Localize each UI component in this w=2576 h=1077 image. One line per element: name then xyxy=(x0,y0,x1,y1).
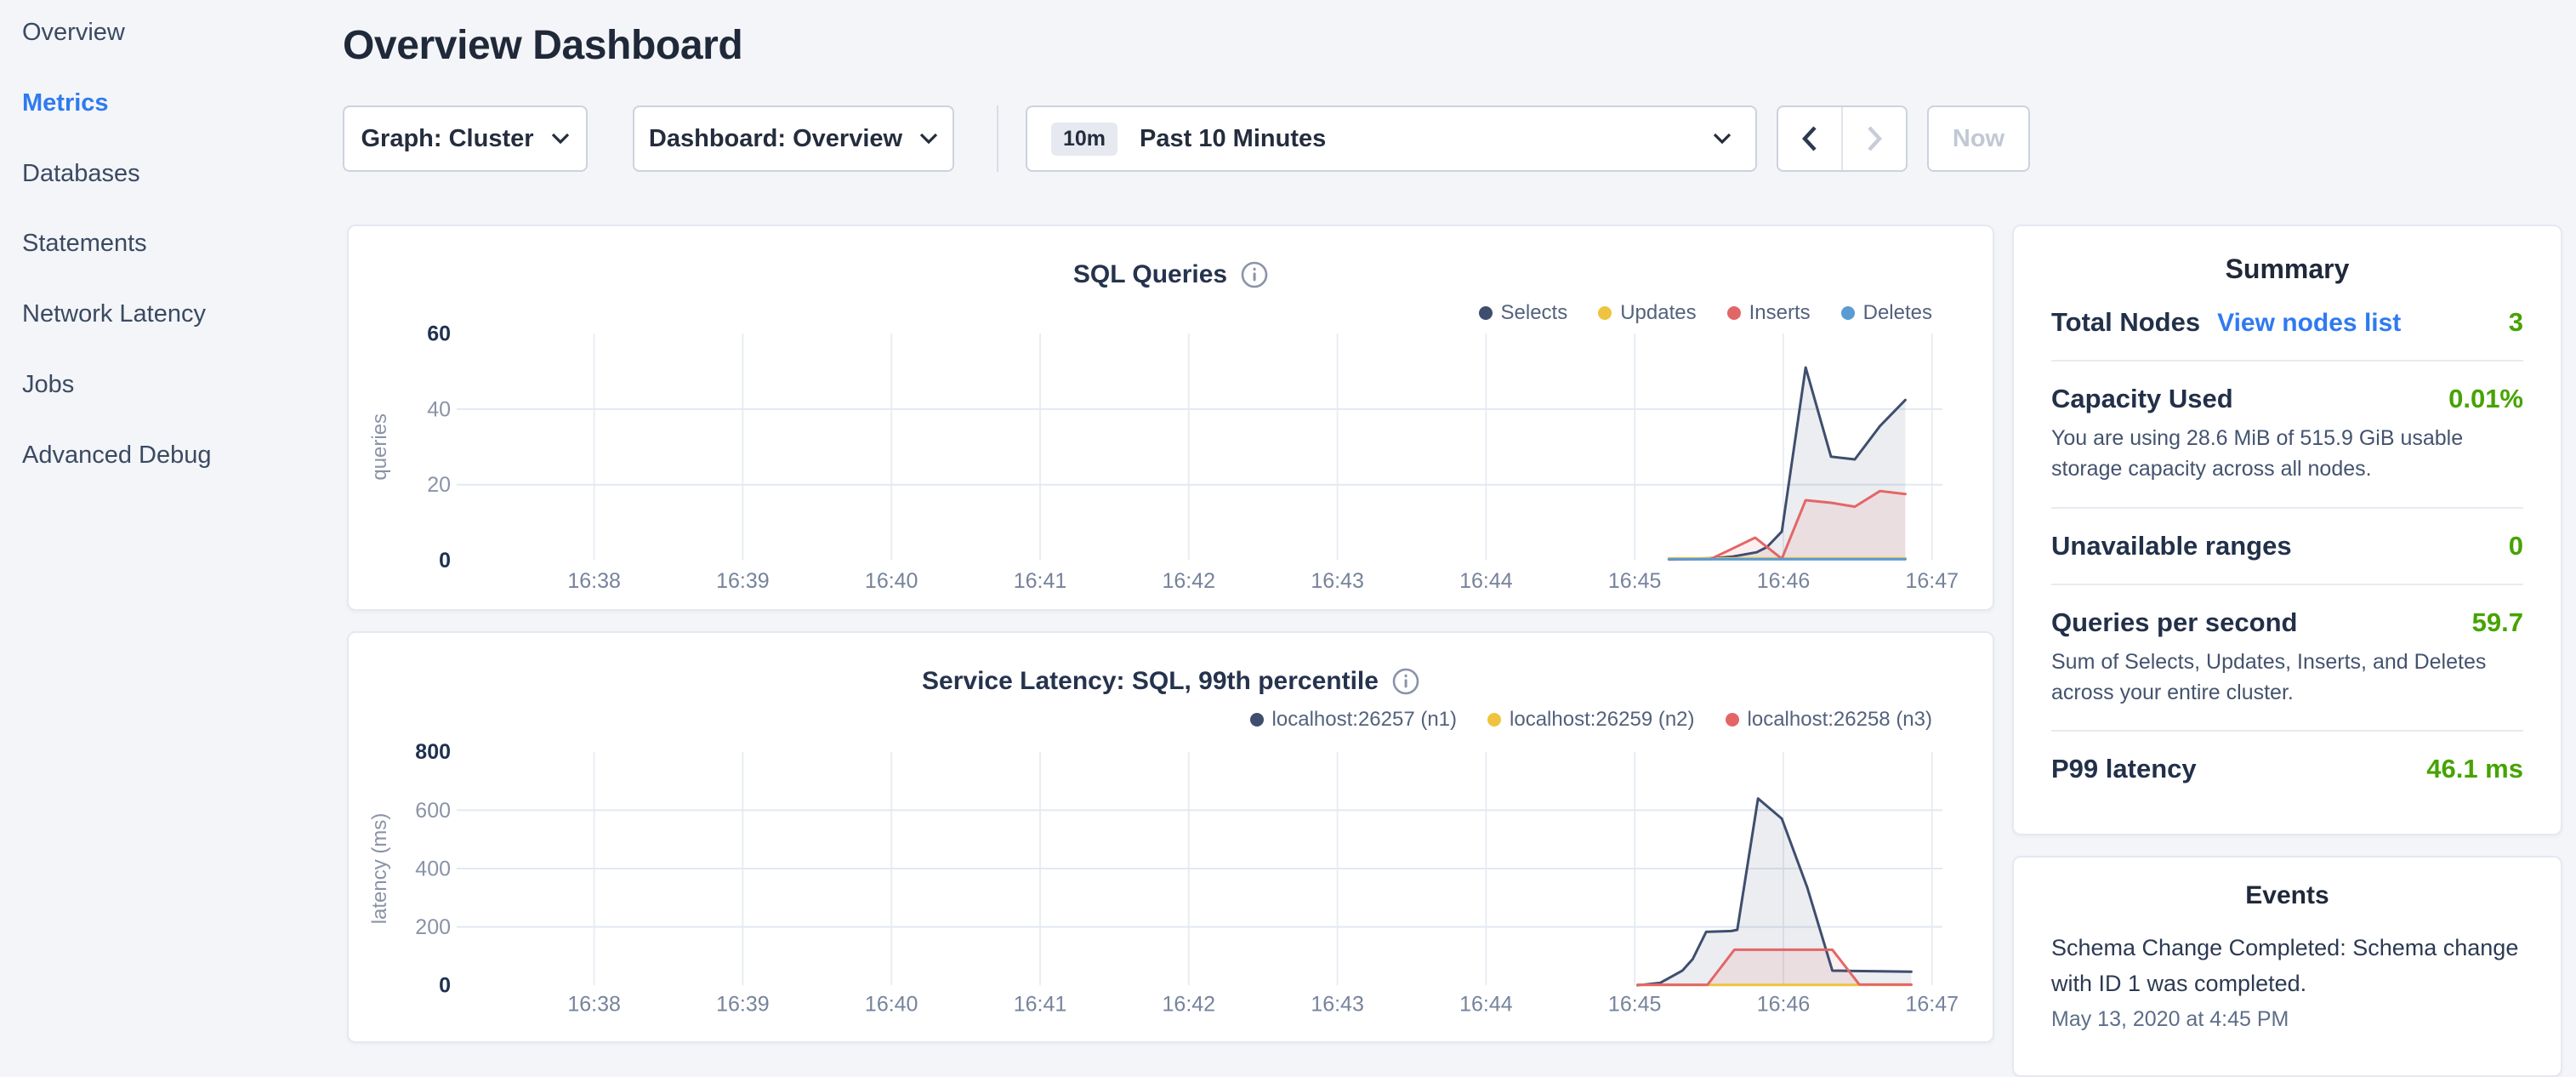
summary-row: Capacity Used 0.01% You are using 28.6 MiB… xyxy=(2051,362,2523,509)
svg-text:600: 600 xyxy=(415,799,451,823)
svg-text:0: 0 xyxy=(439,549,451,573)
events-panel: Events Schema Change Completed: Schema c… xyxy=(2012,856,2562,1077)
dashboard-dropdown-label: Dashboard: Overview xyxy=(649,125,902,153)
chevron-down-icon xyxy=(919,133,938,145)
chevron-down-icon xyxy=(551,133,570,145)
svg-text:16:46: 16:46 xyxy=(1757,569,1811,593)
summary-row-description: You are using 28.6 MiB of 515.9 GiB usab… xyxy=(2051,423,2523,485)
svg-text:16:47: 16:47 xyxy=(1906,569,1959,593)
svg-text:400: 400 xyxy=(415,858,451,881)
chevron-left-icon xyxy=(1802,126,1817,151)
overview-dashboard-page: Overview Metrics Databases Statements Networ… xyxy=(0,0,2576,1051)
svg-text:latency (ms): latency (ms) xyxy=(368,813,391,925)
svg-text:16:38: 16:38 xyxy=(567,993,621,1017)
svg-text:16:39: 16:39 xyxy=(716,569,770,593)
svg-text:queries: queries xyxy=(368,413,391,481)
event-item: Schema Change Completed: Schema change w… xyxy=(2014,910,2561,1032)
svg-text:16:39: 16:39 xyxy=(716,993,770,1017)
sidebar-item-metrics[interactable]: Metrics xyxy=(22,83,328,123)
svg-text:60: 60 xyxy=(427,322,451,345)
summary-panel: Summary Total Nodes View nodes list 3 Capac… xyxy=(2012,225,2562,835)
sidebar-item-jobs[interactable]: Jobs xyxy=(22,365,328,404)
time-range-badge: 10m xyxy=(1051,123,1117,156)
sidebar-nav: Overview Metrics Databases Statements Networ… xyxy=(22,13,328,506)
svg-text:16:38: 16:38 xyxy=(567,569,621,593)
summary-row-value: 46.1 ms xyxy=(2426,754,2523,784)
svg-text:0: 0 xyxy=(439,974,451,998)
summary-row-label: Total Nodes xyxy=(2051,307,2200,338)
svg-text:16:44: 16:44 xyxy=(1459,993,1513,1017)
svg-text:16:40: 16:40 xyxy=(865,993,918,1017)
summary-row-label: Unavailable ranges xyxy=(2051,531,2292,561)
toolbar-divider xyxy=(997,105,998,172)
time-step-back-button[interactable] xyxy=(1778,107,1841,170)
event-text: Schema Change Completed: Schema change w… xyxy=(2051,931,2523,1002)
summary-row-value: 59.7 xyxy=(2472,607,2523,638)
summary-row-value: 0 xyxy=(2509,531,2523,561)
svg-text:40: 40 xyxy=(427,397,451,421)
graph-dropdown-label: Graph: Cluster xyxy=(361,125,533,153)
svg-text:16:45: 16:45 xyxy=(1608,569,1662,593)
chevron-down-icon xyxy=(1713,133,1732,145)
svg-text:16:43: 16:43 xyxy=(1311,993,1364,1017)
svg-text:16:42: 16:42 xyxy=(1163,569,1216,593)
chevron-right-icon xyxy=(1867,126,1882,151)
sidebar-item-overview[interactable]: Overview xyxy=(22,13,328,52)
svg-text:16:41: 16:41 xyxy=(1014,569,1067,593)
svg-text:16:46: 16:46 xyxy=(1757,993,1811,1017)
sidebar-item-advanced-debug[interactable]: Advanced Debug xyxy=(22,436,328,475)
dashboard-dropdown[interactable]: Dashboard: Overview xyxy=(633,105,954,172)
summary-row: Total Nodes View nodes list 3 xyxy=(2051,285,2523,362)
svg-text:16:44: 16:44 xyxy=(1459,569,1513,593)
summary-row-description: Sum of Selects, Updates, Inserts, and De… xyxy=(2051,647,2523,709)
page-title: Overview Dashboard xyxy=(343,22,742,69)
summary-row: Unavailable ranges 0 xyxy=(2051,509,2523,585)
svg-text:200: 200 xyxy=(415,915,451,939)
summary-row-value: 0.01% xyxy=(2448,384,2523,414)
event-timestamp: May 13, 2020 at 4:45 PM xyxy=(2051,1007,2523,1032)
summary-title: Summary xyxy=(2014,254,2561,285)
time-step-buttons xyxy=(1777,105,1908,172)
chart-plot[interactable]: 800 600 400 200 0 16:38 16:39 16:40 16:41 16:42 16… xyxy=(349,633,1996,1045)
sql-queries-chart-card: SQL QueriesSelectsUpdatesInsertsDeletes6… xyxy=(347,225,1994,611)
events-title: Events xyxy=(2014,881,2561,910)
service-latency-chart-card: Service Latency: SQL, 99th percentileloc… xyxy=(347,631,1994,1043)
summary-row: Queries per second 59.7 Sum of Selects, Up… xyxy=(2051,585,2523,732)
sidebar-item-network-latency[interactable]: Network Latency xyxy=(22,294,328,333)
summary-row-label: Capacity Used xyxy=(2051,384,2233,414)
summary-row-value: 3 xyxy=(2509,307,2523,338)
summary-row: P99 latency 46.1 ms xyxy=(2051,732,2523,806)
svg-text:16:43: 16:43 xyxy=(1311,569,1364,593)
svg-text:16:45: 16:45 xyxy=(1608,993,1662,1017)
now-button[interactable]: Now xyxy=(1927,105,2030,172)
view-nodes-list-link[interactable]: View nodes list xyxy=(2217,309,2401,338)
sidebar-item-databases[interactable]: Databases xyxy=(22,154,328,193)
time-range-select[interactable]: 10m Past 10 Minutes xyxy=(1026,105,1757,172)
chart-plot[interactable]: 60 40 20 0 16:38 16:39 16:40 16:41 16:42 16:43 16:… xyxy=(349,226,1996,613)
now-button-label: Now xyxy=(1953,125,2005,153)
svg-text:16:41: 16:41 xyxy=(1014,993,1067,1017)
time-step-forward-button[interactable] xyxy=(1841,107,1906,170)
graph-dropdown[interactable]: Graph: Cluster xyxy=(343,105,588,172)
time-range-label: Past 10 Minutes xyxy=(1140,125,1713,153)
summary-row-label: Queries per second xyxy=(2051,607,2297,638)
svg-text:20: 20 xyxy=(427,473,451,497)
svg-text:16:42: 16:42 xyxy=(1163,993,1216,1017)
sidebar-item-statements[interactable]: Statements xyxy=(22,224,328,263)
svg-text:800: 800 xyxy=(415,741,451,765)
svg-text:16:47: 16:47 xyxy=(1906,993,1959,1017)
summary-row-label: P99 latency xyxy=(2051,754,2197,784)
svg-text:16:40: 16:40 xyxy=(865,569,918,593)
